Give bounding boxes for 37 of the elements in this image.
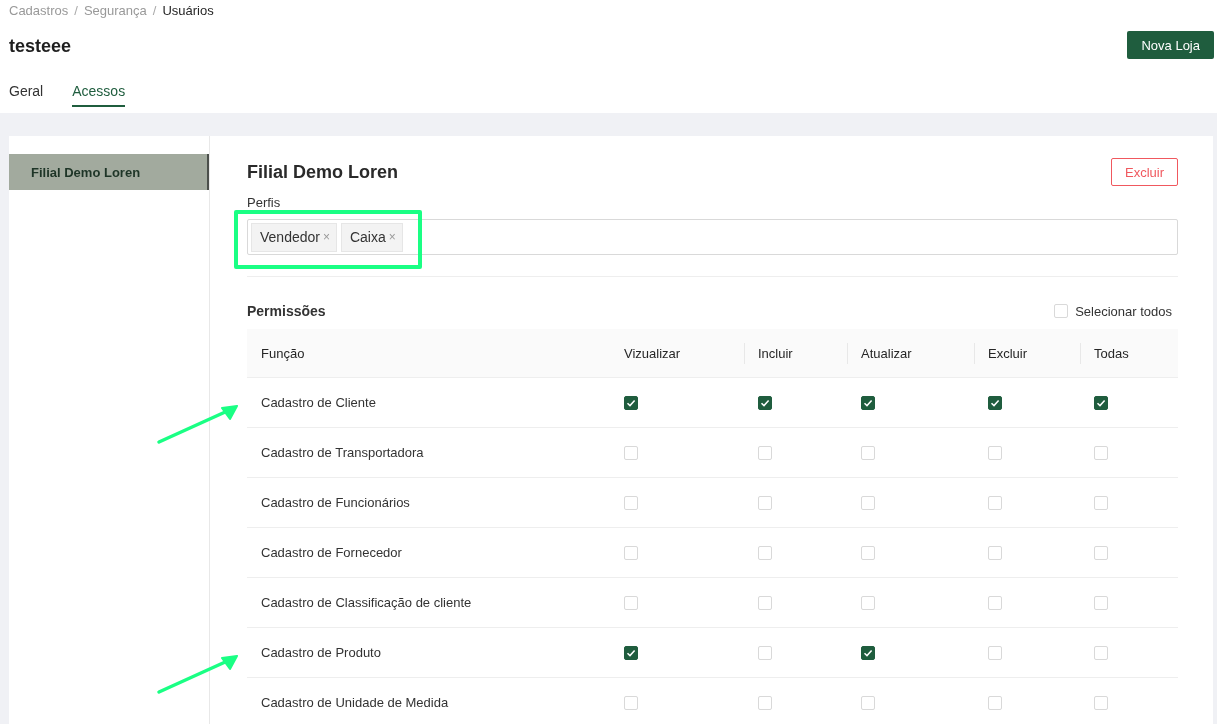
checkbox[interactable] xyxy=(861,395,875,410)
delete-button[interactable]: Excluir xyxy=(1111,158,1178,186)
column-header: Excluir xyxy=(974,329,1080,378)
column-header: Incluir xyxy=(744,329,847,378)
breadcrumb-separator: / xyxy=(74,3,78,18)
table-cell: Cadastro de Unidade de Medida xyxy=(247,677,610,724)
table-cell: Cadastro de Produto xyxy=(247,627,610,678)
table-cell: Cadastro de Funcionários xyxy=(247,477,610,528)
column-header: Função xyxy=(247,329,610,378)
column-header: Vizualizar xyxy=(610,329,744,378)
column-header: Atualizar xyxy=(847,329,974,378)
sidebar-item[interactable]: Filial Demo Loren xyxy=(9,154,209,190)
field-label: Perfis xyxy=(247,195,282,210)
new-store-button[interactable]: Nova Loja xyxy=(1127,31,1214,59)
breadcrumb-current: Usuários xyxy=(162,3,214,18)
checkbox[interactable] xyxy=(624,395,638,410)
breadcrumb-link[interactable]: Cadastros xyxy=(9,3,69,18)
column-header: Todas xyxy=(1080,329,1178,378)
tab[interactable]: Acessos xyxy=(72,83,126,107)
checkbox[interactable] xyxy=(758,395,772,410)
checkbox[interactable] xyxy=(861,645,875,660)
checkbox[interactable] xyxy=(624,645,638,660)
checkbox[interactable] xyxy=(1094,395,1108,410)
branch-title: Filial Demo Loren xyxy=(247,161,399,183)
tab[interactable]: Geral xyxy=(9,83,44,107)
tag-label: Caixa xyxy=(349,229,386,245)
table-cell: Cadastro de Cliente xyxy=(247,377,610,428)
tag-label: Vendedor xyxy=(260,229,320,245)
table-cell: Cadastro de Classificação de cliente xyxy=(247,577,610,628)
section-title: Permissões xyxy=(247,303,326,319)
page-title: testeee xyxy=(9,36,72,57)
checkbox[interactable] xyxy=(988,395,1002,410)
breadcrumb-separator: / xyxy=(152,3,157,18)
table-cell: Cadastro de Transportadora xyxy=(247,427,610,478)
table-cell: Cadastro de Fornecedor xyxy=(247,527,610,578)
select-all-label: Selecionar todos xyxy=(1075,303,1172,319)
breadcrumb-link[interactable]: Segurança xyxy=(83,3,147,18)
